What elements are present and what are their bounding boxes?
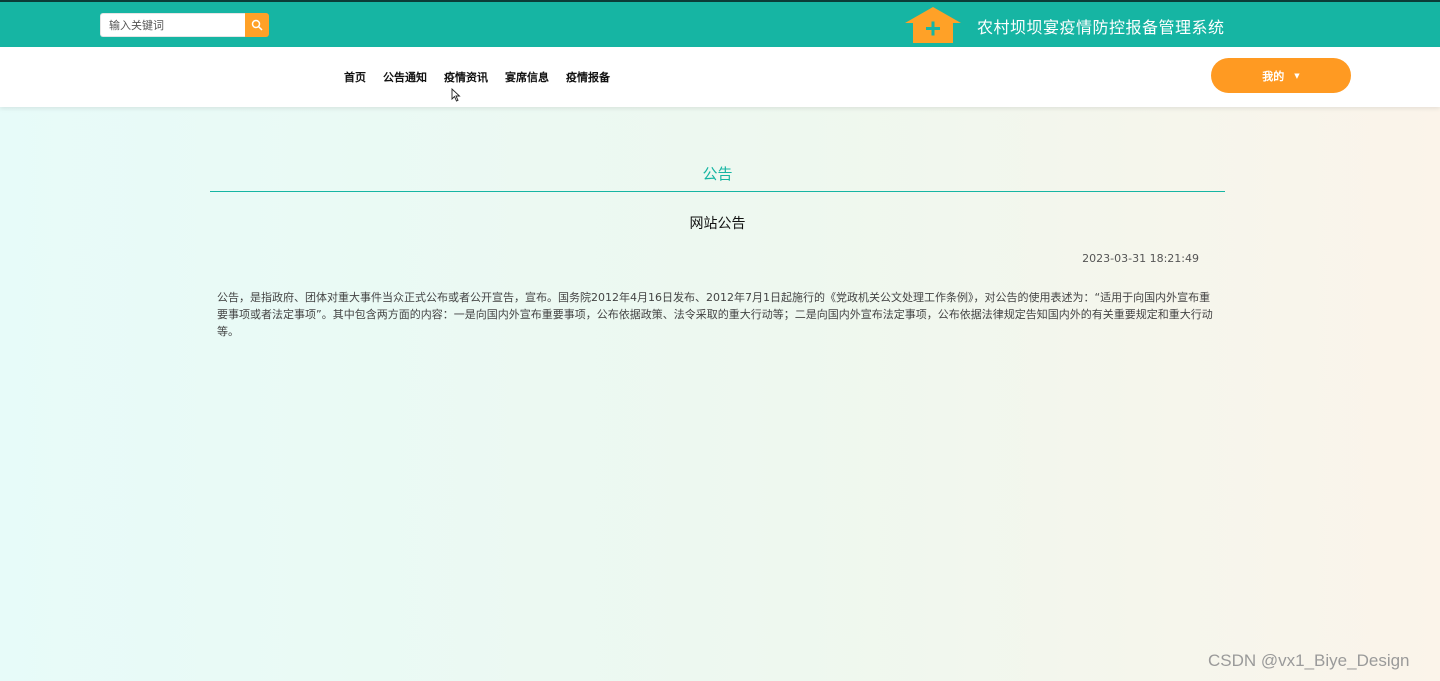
nav-item-news[interactable]: 疫情资讯 bbox=[444, 69, 488, 85]
nav-item-banquets[interactable]: 宴席信息 bbox=[505, 69, 549, 85]
watermark: CSDN @vx1_Biye_Design bbox=[1208, 651, 1410, 670]
article-title: 网站公告 bbox=[689, 216, 746, 232]
site-title: 农村坝坝宴疫情防控报备管理系统 bbox=[977, 18, 1225, 37]
search-button[interactable] bbox=[245, 13, 269, 37]
section-title: 公告 bbox=[702, 165, 733, 183]
nav-menu: 首页 公告通知 疫情资讯 宴席信息 疫情报备 bbox=[344, 69, 627, 85]
section-divider bbox=[210, 191, 1225, 192]
search-input[interactable] bbox=[100, 13, 245, 37]
my-account-button[interactable]: 我的 ▼ bbox=[1211, 58, 1351, 93]
article-datetime: 2023-03-31 18:21:49 bbox=[1082, 252, 1199, 265]
caret-down-icon: ▼ bbox=[1294, 71, 1300, 80]
search-icon bbox=[251, 19, 263, 31]
top-header-bar: 农村坝坝宴疫情防控报备管理系统 bbox=[0, 0, 1440, 47]
house-plus-icon bbox=[905, 7, 961, 43]
my-account-label: 我的 bbox=[1262, 69, 1285, 83]
nav-item-home[interactable]: 首页 bbox=[344, 69, 366, 85]
notice-detail-panel: 公告 网站公告 2023-03-31 18:21:49 公告，是指政府、团体对重… bbox=[0, 107, 1440, 681]
nav-item-reports[interactable]: 疫情报备 bbox=[566, 69, 610, 85]
article-body: 公告，是指政府、团体对重大事件当众正式公布或者公开宣告，宣布。国务院2012年4… bbox=[217, 291, 1213, 338]
nav-item-notices[interactable]: 公告通知 bbox=[383, 69, 427, 85]
mouse-pointer-icon bbox=[451, 88, 461, 102]
search-box bbox=[100, 13, 269, 37]
